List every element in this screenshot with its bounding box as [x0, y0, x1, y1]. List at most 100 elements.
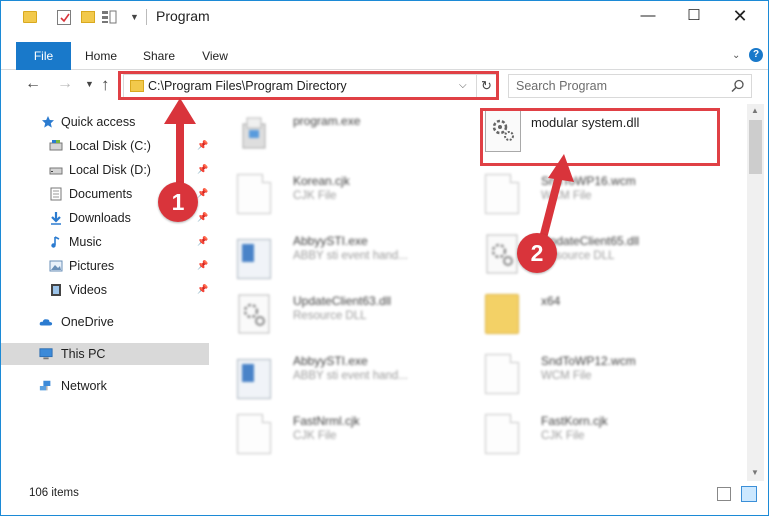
file-name: SndToWP12.wcm [541, 354, 636, 368]
file-item[interactable]: AbbyySTI.exe ABBY sti event hand... [213, 228, 453, 280]
file-type: WCM File [541, 370, 592, 382]
network-icon [39, 380, 51, 391]
file-item[interactable]: AbbyySTI.exe ABBY sti event hand... [213, 348, 453, 400]
file-item[interactable]: FastNrml.cjk CJK File [213, 408, 453, 460]
scrollbar-thumb[interactable] [749, 120, 762, 174]
up-button[interactable]: ↑ [101, 75, 110, 95]
file-name: AbbyySTI.exe [293, 354, 368, 368]
scroll-up-icon[interactable]: ▲ [751, 106, 759, 115]
search-box[interactable] [508, 74, 752, 98]
file-name: program.exe [293, 114, 361, 128]
sidebar-item-this-pc[interactable]: This PC [1, 343, 209, 365]
ribbon-tabs: File Home Share View ⌄ ? [1, 42, 768, 70]
file-item[interactable]: program.exe [213, 108, 453, 160]
sidebar-item-label: Local Disk (C:) [69, 139, 151, 153]
sidebar-item-label: Downloads [69, 211, 131, 225]
properties-check-icon[interactable] [57, 10, 71, 25]
title-separator [146, 9, 147, 25]
status-bar: 106 items [1, 481, 768, 507]
tab-view[interactable]: View [195, 42, 235, 70]
file-list: program.exe modular system.dll Korean.cj… [213, 104, 745, 476]
sidebar-item-music[interactable]: Music 📌 [1, 231, 209, 253]
title-bar: ▼ Program — ☐ ✕ [1, 1, 768, 31]
ribbon-expand-icon[interactable]: ⌄ [732, 50, 740, 61]
customize-icon[interactable] [101, 10, 117, 24]
forward-button[interactable]: → [57, 75, 73, 93]
tab-file[interactable]: File [16, 42, 71, 70]
file-item-target[interactable]: modular system.dll [485, 108, 719, 166]
videos-icon [51, 284, 61, 296]
address-bar[interactable]: C:\Program Files\Program Directory ⌵ ↻ [123, 74, 497, 98]
file-item[interactable]: SndToWP12.wcm WCM File [461, 348, 701, 400]
search-icon[interactable] [731, 79, 745, 93]
tab-home[interactable]: Home [77, 42, 125, 70]
file-item[interactable]: x64 [461, 288, 701, 340]
file-type: CJK File [293, 190, 337, 202]
computer-icon [39, 348, 53, 360]
sidebar-item-local-disk-d[interactable]: Local Disk (D:) 📌 [1, 159, 209, 181]
search-input[interactable] [510, 76, 720, 96]
sidebar-item-quick-access[interactable]: Quick access [1, 111, 209, 133]
exe-icon [237, 359, 271, 399]
cloud-icon [39, 319, 53, 326]
documents-icon [50, 187, 62, 201]
address-path[interactable]: C:\Program Files\Program Directory [148, 79, 347, 93]
file-item[interactable]: UpdateClient63.dll Resource DLL [213, 288, 453, 340]
document-icon [237, 414, 271, 454]
pin-icon: 📌 [197, 236, 209, 246]
recent-locations-button[interactable]: ▼ [85, 79, 94, 89]
pictures-icon [49, 260, 63, 272]
folder-icon [485, 294, 519, 334]
star-icon [42, 116, 54, 128]
chevron-down-icon[interactable]: ⌵ [459, 80, 467, 91]
document-icon [237, 174, 271, 214]
file-item[interactable]: UpdateClient65.dll Resource DLL [461, 228, 701, 280]
tab-share[interactable]: Share [137, 42, 181, 70]
file-item[interactable]: FastKorn.cjk CJK File [461, 408, 701, 460]
explorer-window: ▼ Program — ☐ ✕ File Home Share View ⌄ ?… [0, 0, 769, 516]
large-icons-view-icon[interactable] [741, 486, 757, 502]
document-icon [485, 414, 519, 454]
refresh-button[interactable]: ↻ [476, 75, 496, 97]
sidebar-item-label: Quick access [61, 115, 136, 129]
item-count: 106 items [29, 487, 79, 499]
sidebar-item-local-disk-c[interactable]: Local Disk (C:) 📌 [1, 135, 209, 157]
file-name: modular system.dll [531, 115, 640, 130]
file-name: Korean.cjk [293, 174, 350, 188]
pin-icon: 📌 [197, 284, 209, 294]
vertical-scrollbar[interactable]: ▲ ▼ [747, 104, 764, 481]
minimize-button[interactable]: — [625, 1, 671, 31]
maximize-button[interactable]: ☐ [671, 1, 717, 31]
file-type: Resource DLL [293, 310, 367, 322]
sidebar-item-label: Documents [69, 187, 133, 201]
back-button[interactable]: ← [25, 75, 41, 93]
document-icon [485, 354, 519, 394]
file-name: FastNrml.cjk [293, 414, 360, 428]
chevron-down-icon[interactable]: ▼ [130, 12, 139, 28]
sidebar-item-network[interactable]: Network [1, 375, 209, 397]
close-button[interactable]: ✕ [717, 1, 763, 31]
sidebar-item-pictures[interactable]: Pictures 📌 [1, 255, 209, 277]
folder-icon[interactable] [23, 11, 37, 23]
sidebar-item-onedrive[interactable]: OneDrive [1, 311, 209, 333]
file-item[interactable]: Korean.cjk CJK File [213, 168, 453, 220]
file-type: CJK File [541, 430, 585, 442]
sidebar-item-label: This PC [61, 347, 106, 361]
pin-icon: 📌 [197, 188, 209, 198]
sidebar-item-label: Network [61, 379, 107, 393]
scroll-down-icon[interactable]: ▼ [751, 468, 759, 477]
dll-gear-icon [238, 294, 270, 334]
sidebar-item-videos[interactable]: Videos 📌 [1, 279, 209, 301]
sidebar-item-label: Videos [69, 283, 107, 297]
details-view-icon[interactable] [717, 487, 731, 501]
new-folder-icon[interactable] [81, 11, 95, 23]
sidebar-item-label: Pictures [69, 259, 115, 273]
pin-icon: 📌 [197, 140, 209, 150]
sidebar-item-label: Local Disk (D:) [69, 163, 151, 177]
help-icon[interactable]: ? [749, 48, 763, 62]
window-title: Program [156, 8, 210, 24]
pin-icon: 📌 [197, 212, 209, 222]
file-item[interactable]: SndToWP16.wcm WCM File [461, 168, 701, 220]
music-icon [51, 236, 60, 248]
step-marker-1: 1 [158, 182, 198, 222]
